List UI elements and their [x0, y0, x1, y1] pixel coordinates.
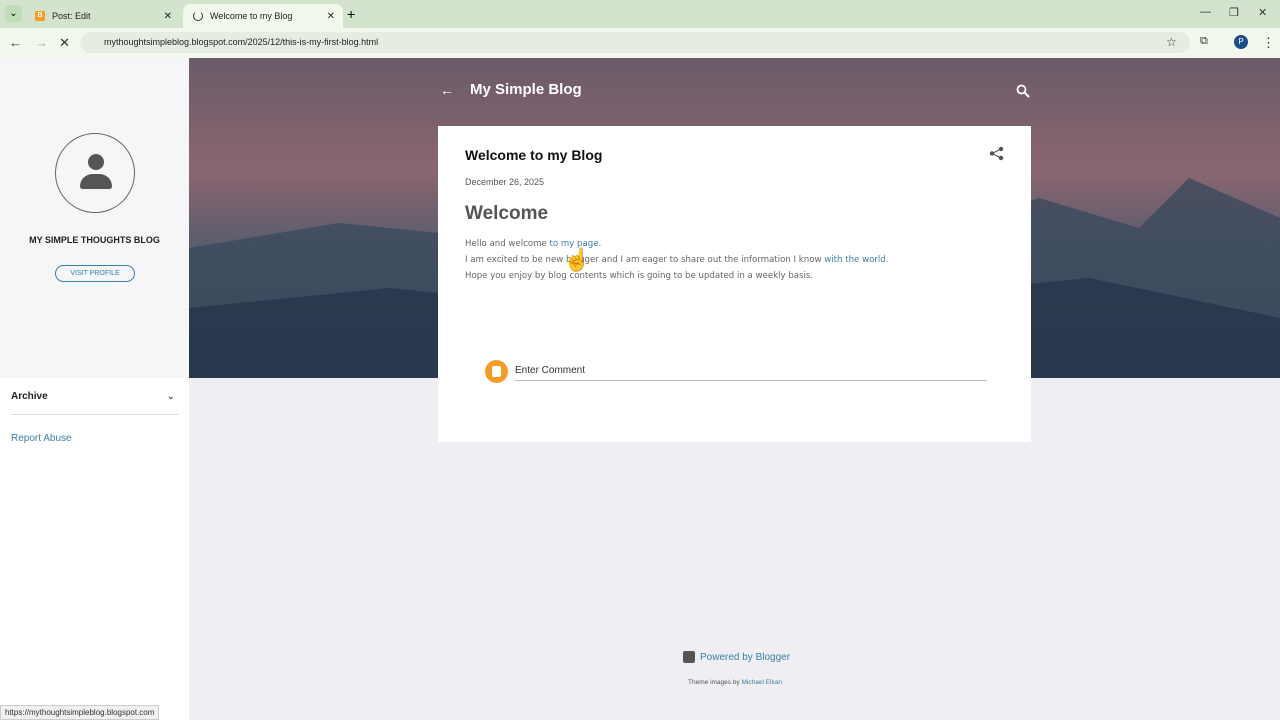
avatar[interactable] [55, 133, 135, 213]
sidebar: MY SIMPLE THOUGHTS BLOG VISIT PROFILE Ar… [0, 58, 189, 720]
blog-title[interactable]: My Simple Blog [470, 81, 582, 98]
archive-label: Archive [11, 391, 48, 402]
loading-icon [193, 11, 203, 21]
tab-post-edit[interactable]: B Post: Edit ✕ [25, 4, 180, 28]
back-arrow-icon[interactable]: ← [440, 82, 454, 98]
text: Hope you enjoy by blog contents which is… [465, 271, 814, 281]
report-abuse-link[interactable]: Report Abuse [11, 433, 72, 444]
tab-label: Post: Edit [52, 11, 91, 21]
forward-button[interactable]: → [35, 35, 48, 50]
search-icon[interactable] [1016, 84, 1030, 98]
text: . [598, 239, 602, 249]
text: Hello and welcome [465, 239, 550, 249]
tab-search-button[interactable]: ⌄ [5, 5, 22, 22]
text: . [885, 255, 889, 265]
comment-input[interactable]: Enter Comment [515, 365, 987, 381]
profile-avatar[interactable]: P [1234, 35, 1248, 49]
hand-cursor-icon: ☝ [563, 247, 591, 272]
powered-by-blogger-link[interactable]: Powered by Blogger [683, 651, 790, 663]
theme-author-link[interactable]: Michael Elkan [742, 679, 782, 686]
share-icon[interactable] [989, 146, 1004, 161]
tab-label: Welcome to my Blog [210, 11, 293, 21]
post-heading: Welcome [465, 203, 549, 224]
archive-toggle[interactable]: Archive ⌄ [11, 391, 179, 415]
url-text: mythoughtsimpleblog.blogspot.com/2025/12… [104, 37, 379, 47]
url-input[interactable]: mythoughtsimpleblog.blogspot.com/2025/12… [80, 32, 1190, 53]
minimize-button[interactable]: — [1200, 6, 1211, 18]
new-tab-button[interactable]: + [347, 6, 355, 22]
with-the-world-link[interactable]: with the world [824, 255, 885, 265]
menu-icon[interactable]: ⋮ [1262, 35, 1275, 51]
blog-name: MY SIMPLE THOUGHTS BLOG [29, 235, 160, 245]
blogger-icon: B [35, 11, 45, 21]
text: I am excited to be new blogger and I am … [465, 255, 825, 265]
chevron-down-icon: ⌄ [166, 391, 175, 402]
tab-welcome[interactable]: Welcome to my Blog ✕ [183, 4, 343, 28]
extensions-icon[interactable]: ⧉ [1200, 35, 1208, 48]
post-card: Welcome to my Blog December 26, 2025 Wel… [438, 126, 1031, 442]
post-body: Hello and welcome to my page. I am excit… [465, 236, 888, 284]
text: Theme images by [688, 679, 742, 686]
bookmark-star-icon[interactable]: ☆ [1166, 35, 1177, 49]
back-button[interactable]: ← [9, 35, 22, 50]
post-date: December 26, 2025 [465, 177, 545, 187]
tab-bar: ⌄ B Post: Edit ✕ Welcome to my Blog ✕ + — ❐… [0, 0, 1280, 28]
close-icon[interactable]: ✕ [327, 11, 335, 22]
powered-label: Powered by Blogger [700, 651, 791, 663]
post-title: Welcome to my Blog [465, 147, 603, 163]
stop-button[interactable]: ✕ [59, 35, 70, 51]
restore-button[interactable]: ❐ [1229, 6, 1239, 19]
blogger-icon [485, 360, 508, 383]
status-bar: https://mythoughtsimpleblog.blogspot.com [0, 705, 160, 720]
window-close-button[interactable]: ✕ [1258, 6, 1267, 19]
theme-credit: Theme images by Michael Elkan [0, 679, 1280, 686]
blogger-icon [683, 651, 695, 663]
visit-profile-button[interactable]: VISIT PROFILE [55, 265, 135, 282]
close-icon[interactable]: ✕ [164, 11, 172, 22]
